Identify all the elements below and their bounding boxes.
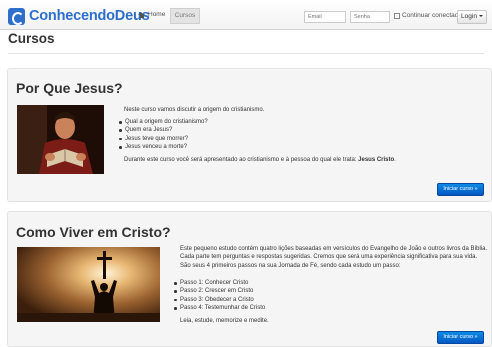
home-icon: [138, 11, 145, 18]
nav-home-label: Home: [148, 11, 166, 18]
caret-down-icon: [478, 15, 483, 18]
list-item: Passo 1: Conhecer Cristo: [173, 279, 265, 287]
course-card: Como Viver em Cristo? Este pequeno estud…: [7, 211, 492, 347]
start-course-button[interactable]: Iniciar curso »: [437, 183, 484, 196]
course-card: Por Que Jesus? Neste curso vamos discuti…: [7, 68, 492, 202]
brand-name: ConhecendoDeus: [29, 8, 150, 24]
course-image-man-reading: [17, 105, 104, 174]
remember-checkbox[interactable]: [394, 12, 400, 19]
list-item: Qual a origem do cristianismo?: [118, 118, 208, 126]
course-outro: Durante este curso você será apresentado…: [124, 156, 484, 164]
title-divider: [8, 53, 484, 54]
course-outro: Leia, estude, memorize e medite.: [180, 318, 269, 324]
nav-cursos-tab[interactable]: Cursos: [170, 8, 200, 24]
nav-home-link[interactable]: Home: [138, 11, 165, 18]
list-item: Passo 3: Obedecer a Cristo: [173, 296, 265, 304]
email-input[interactable]: [304, 11, 346, 23]
course-outro-highlight: Jesus Cristo: [358, 157, 395, 163]
brand-icon: [8, 7, 25, 25]
course-topics: Qual a origem do cristianismo? Quem era …: [118, 118, 208, 152]
course-title: Por Que Jesus?: [16, 80, 123, 96]
list-item: Passo 4: Testemunhar de Cristo: [173, 304, 265, 312]
list-item: Jesus teve que morrer?: [118, 135, 208, 143]
course-outro-text: Durante este curso você será apresentado…: [124, 157, 357, 163]
list-item: Jesus venceu a morte?: [118, 143, 208, 151]
page-title: Cursos: [8, 31, 55, 46]
list-item: Passo 2: Crescer em Cristo: [173, 287, 265, 295]
login-dropdown-button[interactable]: Login: [457, 10, 487, 24]
start-course-button[interactable]: Iniciar curso »: [437, 331, 484, 344]
course-image-cross-sunset: [17, 247, 160, 322]
password-input[interactable]: [350, 11, 390, 23]
top-navbar: ConhecendoDeus Home Cursos Continuar con…: [0, 0, 492, 30]
remember-label: Continuar conectado: [402, 12, 462, 19]
course-outro-end: .: [394, 157, 396, 163]
brand-logo-link[interactable]: ConhecendoDeus: [8, 7, 150, 25]
course-intro: Este pequeno estudo contém quatro lições…: [180, 246, 488, 269]
login-label: Login: [461, 13, 477, 20]
course-intro: Neste curso vamos discutir a origem do c…: [124, 107, 265, 113]
remember-me[interactable]: Continuar conectado: [394, 12, 462, 19]
course-steps: Passo 1: Conhecer Cristo Passo 2: Cresce…: [173, 279, 265, 313]
course-title: Como Viver em Cristo?: [16, 224, 171, 240]
list-item: Quem era Jesus?: [118, 126, 208, 134]
